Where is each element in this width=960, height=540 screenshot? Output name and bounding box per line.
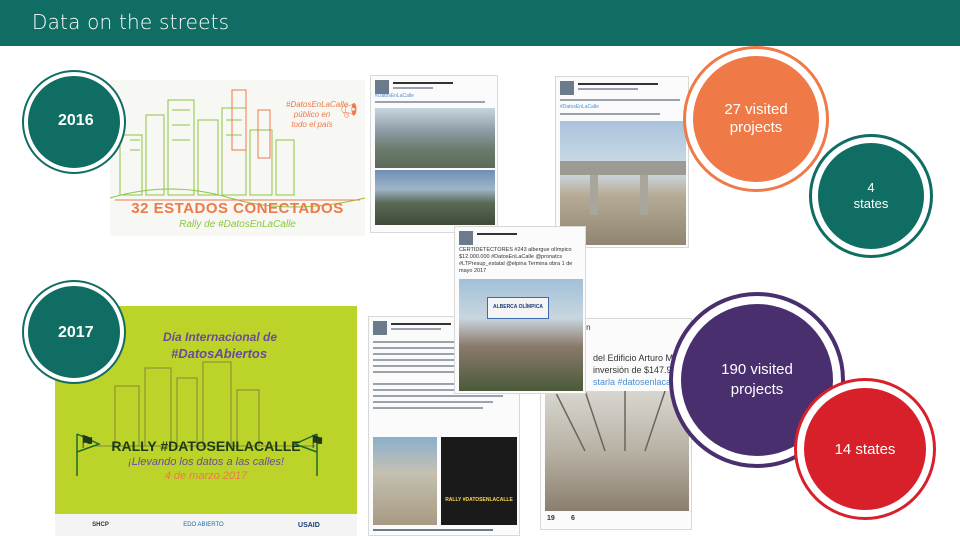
tweet-stat: 19 bbox=[547, 515, 555, 522]
tweet-hashtag: #DatosEnLaCalle bbox=[560, 104, 599, 110]
tweet-text-line bbox=[373, 407, 483, 409]
tweet-text-line bbox=[393, 87, 433, 89]
tweet-text-line bbox=[391, 328, 441, 330]
tweet-card-bridge: #DatosEnLaCalle bbox=[555, 76, 689, 248]
tweet-author-line bbox=[578, 83, 658, 85]
sponsor-logo: SHCP bbox=[92, 522, 109, 528]
poster-2016-title: 32 ESTADOS CONECTADOS bbox=[131, 200, 344, 217]
stat-circle-states-2016: 4 states bbox=[818, 143, 924, 249]
poster-2017-title: RALLY #DATOSENLACALLE bbox=[111, 438, 301, 454]
tweet-card-pool: CERTIDETECTORES #243 albergue olímpico $… bbox=[454, 226, 586, 394]
tweet-author-line bbox=[391, 323, 451, 325]
pool-sign: ALBERCA OLÍMPICA bbox=[487, 297, 549, 319]
tweet-text-line bbox=[375, 101, 485, 103]
tweet-text-line bbox=[373, 371, 463, 373]
tweet-photo-pool: ALBERCA OLÍMPICA bbox=[459, 279, 583, 391]
year-circle-2016: 2016 bbox=[24, 72, 124, 172]
poster-2017-date: 4 de marzo 2017 bbox=[164, 470, 248, 482]
tweet-stat: 6 bbox=[571, 515, 575, 522]
tweet-author-line bbox=[393, 82, 453, 84]
poster-2016-subtitle: Rally de #DatosEnLaCalle bbox=[179, 219, 296, 230]
tweet-photo-town bbox=[375, 170, 495, 225]
bridge-pillar bbox=[590, 175, 598, 215]
checkered-flag-icon: ⚑ bbox=[79, 432, 96, 452]
stat-circle-states-2017: 14 states bbox=[804, 388, 926, 510]
bridge-pillar bbox=[640, 175, 648, 215]
poster-2016: #DatosEnLaCalle público en todo el país … bbox=[110, 80, 365, 236]
stat-circle-visited-2016-inner: 27 visited projects bbox=[693, 56, 819, 182]
tweet-text-line bbox=[578, 88, 638, 90]
sponsor-logo: USAID bbox=[298, 521, 320, 529]
interior-beams bbox=[554, 390, 666, 452]
year-label-2017: 2017 bbox=[58, 324, 94, 341]
tweet-text-line bbox=[373, 395, 503, 397]
stat-states-2016: 4 states bbox=[853, 180, 889, 211]
flyer-text: RALLY #DATOSENLACALLE bbox=[445, 497, 513, 503]
year-label-2016: 2016 bbox=[58, 112, 94, 129]
bridge-deck bbox=[560, 161, 686, 175]
tweet-actions bbox=[373, 529, 493, 531]
sponsor-logo: EDO ABIERTO bbox=[183, 522, 224, 528]
avatar bbox=[375, 80, 389, 94]
tweet-photo-building bbox=[373, 437, 437, 525]
tweet-photo-flyer: RALLY #DATOSENLACALLE bbox=[441, 437, 517, 525]
stat-states-2017: 14 states bbox=[834, 440, 896, 458]
avatar bbox=[373, 321, 387, 335]
checkered-flag-icon: ⚑ bbox=[309, 432, 326, 452]
tweet-text-line bbox=[560, 113, 660, 115]
poster-2017-subtitle: ¡Llevando los datos a las calles! bbox=[128, 456, 284, 468]
title-bar: Data on the streets bbox=[0, 0, 960, 46]
megaphone-icon: 📢︎ bbox=[340, 102, 358, 118]
year-circle-2017: 2017 bbox=[24, 282, 124, 382]
stat-visited-2016: 27 visited projects bbox=[724, 101, 788, 136]
tweet-photo-interior bbox=[545, 390, 689, 511]
avatar bbox=[560, 81, 574, 95]
tweet-card-flooded-street: #DatosEnLaCalle bbox=[370, 75, 498, 233]
tweet-text-line bbox=[373, 401, 493, 403]
tweet-text-line-4: starla #datosenlacalle bbox=[593, 377, 681, 387]
tweet-text-line-2: del Edificio Arturo Mun bbox=[593, 353, 684, 363]
poster-2016-bubble: #DatosEnLaCalle público en todo el país bbox=[286, 100, 349, 129]
stat-visited-2017: 190 visited projects bbox=[721, 361, 793, 398]
page-title: Data on the streets bbox=[32, 10, 230, 34]
pool-sign-text: ALBERCA OLÍMPICA bbox=[492, 304, 544, 310]
sponsor-logo-strip: SHCP EDO ABIERTO USAID bbox=[55, 514, 357, 536]
tweet-text-line bbox=[560, 99, 680, 101]
tweet-hashtag: #DatosEnLaCalle bbox=[375, 93, 414, 99]
tweet-author-line bbox=[477, 233, 517, 235]
tweet-photo-flood bbox=[375, 108, 495, 168]
tweet-text: CERTIDETECTORES #243 albergue olímpico $… bbox=[459, 247, 573, 274]
avatar bbox=[459, 231, 473, 245]
